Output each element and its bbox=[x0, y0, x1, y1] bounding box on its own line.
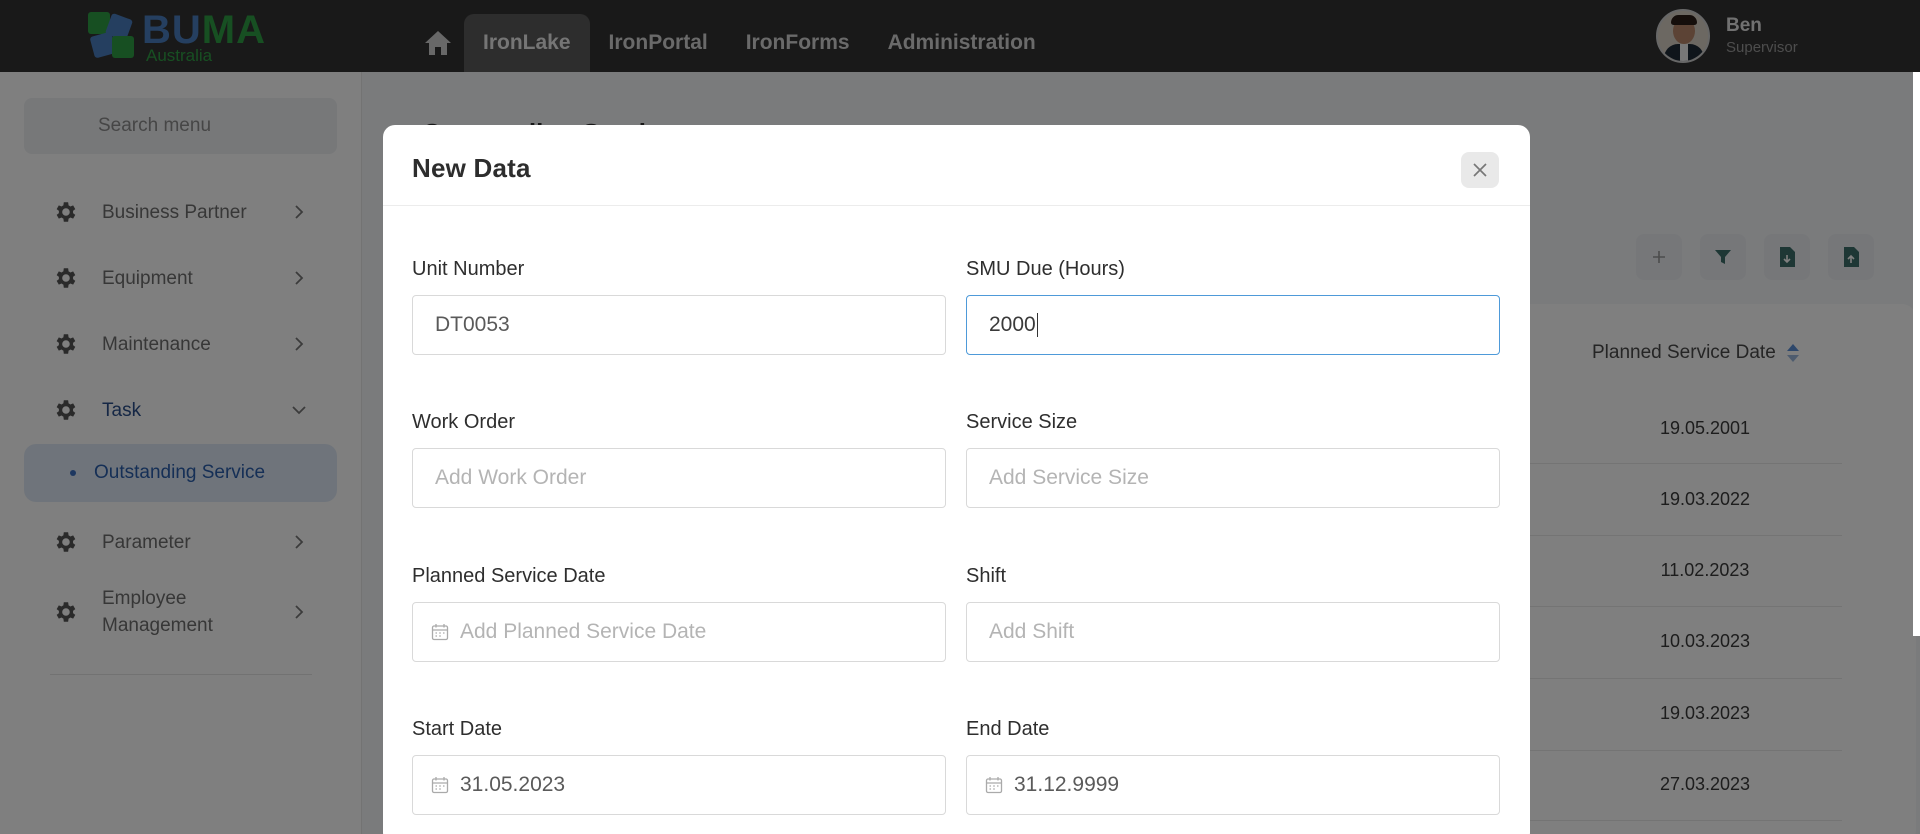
calendar-icon bbox=[431, 624, 449, 641]
work-order-label: Work Order bbox=[412, 411, 515, 433]
unit-number-label: Unit Number bbox=[412, 258, 525, 280]
planned-service-date-field[interactable]: Add Planned Service Date bbox=[412, 602, 946, 662]
service-size-label: Service Size bbox=[966, 411, 1078, 433]
start-date-value: 31.05.2023 bbox=[460, 773, 566, 796]
shift-placeholder: Add Shift bbox=[989, 620, 1075, 643]
end-date-label: End Date bbox=[966, 718, 1050, 740]
end-date-field[interactable]: 31.12.9999 bbox=[966, 755, 1500, 815]
modal-header: New Data bbox=[383, 125, 1530, 206]
unit-number-value: DT0053 bbox=[435, 313, 510, 336]
end-date-value: 31.12.9999 bbox=[1014, 773, 1120, 796]
calendar-icon bbox=[985, 777, 1003, 794]
planned-service-date-label: Planned Service Date bbox=[412, 565, 606, 587]
shift-label: Shift bbox=[966, 565, 1007, 587]
text-caret bbox=[1036, 313, 1039, 337]
start-date-label: Start Date bbox=[412, 718, 503, 740]
close-button[interactable] bbox=[1461, 152, 1499, 188]
unit-number-field[interactable]: DT0053 bbox=[412, 295, 946, 355]
shift-field[interactable]: Add Shift bbox=[966, 602, 1500, 662]
smu-due-value: 2000 bbox=[989, 313, 1036, 336]
modal-title: New Data bbox=[412, 153, 531, 183]
work-order-placeholder: Add Work Order bbox=[435, 466, 587, 489]
smu-due-label: SMU Due (Hours) bbox=[966, 258, 1125, 280]
work-order-field[interactable]: Add Work Order bbox=[412, 448, 946, 508]
close-icon bbox=[1473, 163, 1487, 177]
new-data-modal: New Data Unit Number DT0053 SMU Due (Hou… bbox=[383, 125, 1530, 834]
page-scrollbar[interactable] bbox=[1913, 72, 1920, 636]
calendar-icon bbox=[431, 777, 449, 794]
planned-service-date-placeholder: Add Planned Service Date bbox=[460, 620, 707, 643]
service-size-placeholder: Add Service Size bbox=[989, 466, 1149, 489]
service-size-field[interactable]: Add Service Size bbox=[966, 448, 1500, 508]
start-date-field[interactable]: 31.05.2023 bbox=[412, 755, 946, 815]
smu-due-field[interactable]: 2000 bbox=[966, 295, 1500, 355]
